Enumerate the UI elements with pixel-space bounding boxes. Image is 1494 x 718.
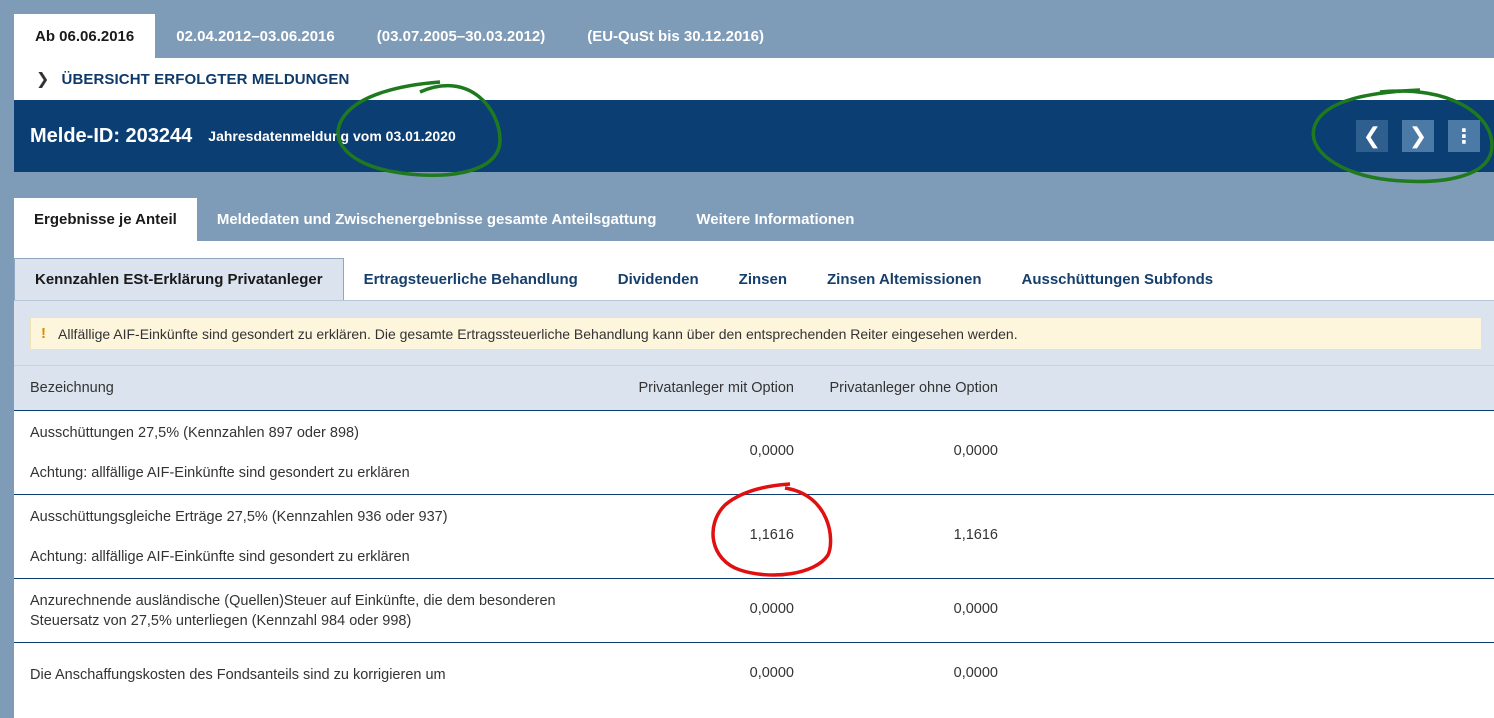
period-tab-2012-2016[interactable]: 02.04.2012–03.06.2016	[155, 14, 356, 58]
subtab-kennzahlen[interactable]: Kennzahlen ESt-Erklärung Privatanleger	[14, 258, 344, 300]
value-ohne-option: 0,0000	[953, 601, 998, 617]
main-panel: ❯ ÜBERSICHT ERFOLGTER MELDUNGEN Melde-ID…	[14, 58, 1494, 718]
row-label: Die Anschaffungskosten des Fondsanteils …	[30, 667, 446, 683]
subtab-zinsen[interactable]: Zinsen	[719, 258, 807, 300]
sub-tabs: Kennzahlen ESt-Erklärung Privatanleger E…	[14, 258, 1494, 301]
header-actions: ❮ ❯ ⋮	[1356, 120, 1480, 152]
subtab-zinsen-altemissionen[interactable]: Zinsen Altemissionen	[807, 258, 1001, 300]
notice-area: ! Allfällige AIF-Einkünfte sind gesonder…	[14, 301, 1494, 365]
period-tab-eu-qust[interactable]: (EU-QuSt bis 30.12.2016)	[566, 14, 785, 58]
warning-icon: !	[41, 325, 46, 342]
period-tab-2005-2012[interactable]: (03.07.2005–30.03.2012)	[356, 14, 566, 58]
table-header: Bezeichnung Privatanleger mit Option Pri…	[14, 365, 1494, 411]
row-label-continued: Steuersatz von 27,5% unterliegen (Kennza…	[30, 613, 412, 629]
value-ohne-option: 1,1616	[953, 527, 998, 543]
value-mit-option: 1,1616	[749, 527, 794, 543]
chevron-right-icon: ❯	[1408, 123, 1428, 148]
value-mit-option: 0,0000	[749, 665, 794, 681]
chevron-right-icon: ❯	[36, 71, 50, 88]
more-vertical-icon: ⋮	[1454, 125, 1474, 148]
more-button[interactable]: ⋮	[1448, 120, 1480, 152]
subtab-dividenden[interactable]: Dividenden	[598, 258, 719, 300]
table-row: Ausschüttungen 27,5% (Kennzahlen 897 ode…	[14, 411, 1494, 495]
report-header: Melde-ID: 203244 Jahresdatenmeldung vom …	[14, 100, 1494, 172]
row-note: Achtung: allfällige AIF-Einkünfte sind g…	[30, 465, 410, 481]
period-tabs: Ab 06.06.2016 02.04.2012–03.06.2016 (03.…	[14, 14, 785, 58]
report-id: Melde-ID: 203244	[30, 124, 193, 147]
prev-button[interactable]: ❮	[1356, 120, 1388, 152]
report-subtitle: Jahresdatenmeldung vom 03.01.2020	[208, 128, 456, 144]
table-row: Die Anschaffungskosten des Fondsanteils …	[14, 643, 1494, 707]
tab-weitere-informationen[interactable]: Weitere Informationen	[676, 198, 874, 241]
value-ohne-option: 0,0000	[953, 665, 998, 681]
warning-notice: ! Allfällige AIF-Einkünfte sind gesonder…	[30, 317, 1482, 350]
column-header-mit-option: Privatanleger mit Option	[638, 380, 794, 396]
tab-meldedaten[interactable]: Meldedaten und Zwischenergebnisse gesamt…	[197, 198, 677, 241]
column-header-ohne-option: Privatanleger ohne Option	[829, 380, 998, 396]
section-tabs: Ergebnisse je Anteil Meldedaten und Zwis…	[14, 198, 1494, 241]
row-label: Anzurechnende ausländische (Quellen)Steu…	[30, 593, 556, 609]
value-mit-option: 0,0000	[749, 443, 794, 459]
table-row: Ausschüttungsgleiche Erträge 27,5% (Kenn…	[14, 495, 1494, 579]
row-label: Ausschüttungsgleiche Erträge 27,5% (Kenn…	[30, 509, 448, 525]
chevron-left-icon: ❮	[1362, 123, 1382, 148]
value-ohne-option: 0,0000	[953, 443, 998, 459]
tab-ergebnisse-je-anteil[interactable]: Ergebnisse je Anteil	[14, 198, 197, 241]
overview-link[interactable]: ❯ ÜBERSICHT ERFOLGTER MELDUNGEN	[14, 58, 1494, 100]
next-button[interactable]: ❯	[1402, 120, 1434, 152]
row-note: Achtung: allfällige AIF-Einkünfte sind g…	[30, 549, 410, 565]
table-row: Anzurechnende ausländische (Quellen)Steu…	[14, 579, 1494, 643]
overview-link-label: ÜBERSICHT ERFOLGTER MELDUNGEN	[61, 70, 350, 88]
row-label: Ausschüttungen 27,5% (Kennzahlen 897 ode…	[30, 425, 359, 441]
subtab-ertragsteuerliche-behandlung[interactable]: Ertragsteuerliche Behandlung	[344, 258, 598, 300]
column-header-name: Bezeichnung	[30, 380, 114, 396]
value-mit-option: 0,0000	[749, 601, 794, 617]
notice-text: Allfällige AIF-Einkünfte sind gesondert …	[58, 325, 1018, 342]
period-tab-ab-2016[interactable]: Ab 06.06.2016	[14, 14, 156, 58]
subtab-ausschuettungen-subfonds[interactable]: Ausschüttungen Subfonds	[1001, 258, 1233, 300]
